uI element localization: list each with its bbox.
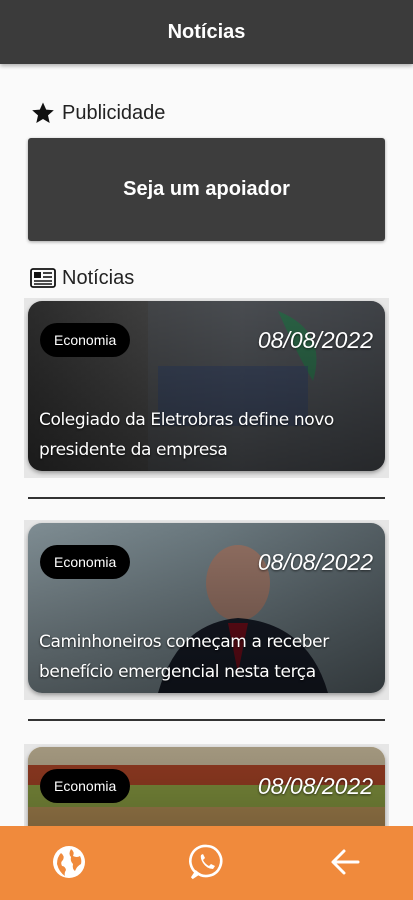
news-card-container: Economia 08/08/2022 Colegiado da Eletrob…	[24, 298, 389, 478]
article-date: 08/08/2022	[257, 773, 373, 799]
news-card[interactable]: Economia 08/08/2022 Colegiado da Eletrob…	[28, 301, 385, 471]
page-title: Notícias	[167, 20, 246, 43]
category-badge: Economia	[40, 545, 131, 579]
back-button[interactable]	[325, 842, 365, 882]
globe-button[interactable]	[49, 842, 89, 882]
divider	[28, 719, 385, 721]
whatsapp-icon	[189, 844, 223, 880]
supporter-button-label: Seja um apoiador	[123, 178, 290, 200]
category-badge: Economia	[40, 323, 131, 357]
back-arrow-icon	[331, 849, 360, 875]
article-date: 08/08/2022	[257, 549, 373, 575]
supporter-button[interactable]: Seja um apoiador	[28, 138, 385, 241]
ad-section-label: Publicidade	[62, 101, 166, 124]
divider	[28, 497, 385, 499]
newspaper-icon	[30, 265, 56, 291]
globe-icon	[53, 846, 85, 878]
category-badge: Economia	[40, 769, 131, 803]
news-section-label: Notícias	[62, 266, 135, 289]
news-section-header: Notícias	[30, 265, 134, 291]
news-card[interactable]: Economia 08/08/2022	[28, 747, 385, 826]
news-card-container: Economia 08/08/2022	[24, 744, 389, 826]
star-icon	[30, 100, 56, 126]
article-headline: Colegiado da Eletrobras define novo pres…	[39, 410, 334, 460]
ad-section-header: Publicidade	[30, 100, 165, 126]
news-card-container: Economia 08/08/2022 Caminhoneiros começa…	[24, 520, 389, 700]
whatsapp-button[interactable]	[187, 842, 227, 882]
article-headline: Caminhoneiros começam a receber benefíci…	[39, 632, 329, 682]
news-card[interactable]: Economia 08/08/2022 Caminhoneiros começa…	[28, 523, 385, 693]
article-date: 08/08/2022	[257, 327, 373, 353]
bottom-nav	[0, 826, 413, 900]
app-bar: Notícias	[0, 0, 413, 64]
